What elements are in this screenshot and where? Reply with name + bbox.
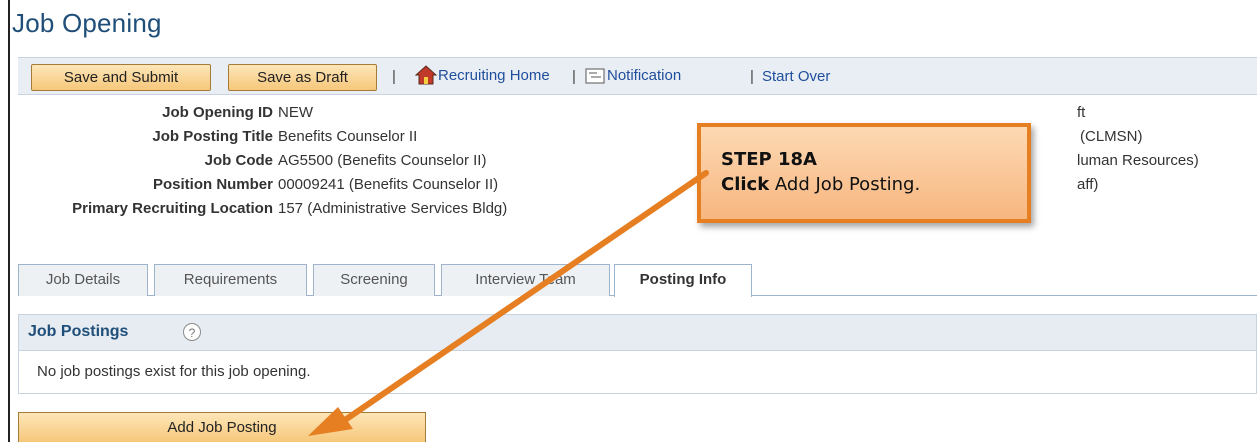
tab-screening[interactable]: Screening: [313, 264, 435, 296]
tab-posting-info[interactable]: Posting Info: [614, 264, 752, 297]
field-label: Job Code: [204, 152, 273, 169]
position-number-label: Position Number: [153, 176, 273, 193]
add-job-posting-button[interactable]: Add Job Posting: [18, 412, 426, 442]
right-field-fragment: aff): [1077, 176, 1099, 193]
tab-requirements[interactable]: Requirements: [154, 264, 307, 296]
callout-instruction-text: Add Job Posting.: [769, 174, 921, 195]
job-opening-id-label: Job Opening ID: [162, 104, 273, 121]
callout-instruction: Click Add Job Posting.: [721, 174, 920, 195]
callout-action: Click: [721, 174, 770, 195]
position-number-value: 00009241 (Benefits Counselor II): [278, 176, 499, 193]
job-posting-title-label: Job Posting Title: [152, 128, 273, 145]
right-field-fragment: luman Resources): [1077, 152, 1199, 169]
toolbar-separator: |: [572, 68, 576, 85]
job-code-value: AG5500 (Benefits Counselor II): [278, 152, 487, 169]
callout-step-label: STEP 18A: [721, 149, 817, 170]
job-postings-title: Job Postings: [28, 323, 129, 340]
instruction-callout: STEP 18A Click Add Job Posting.: [697, 123, 1031, 223]
notification-icon[interactable]: [585, 68, 605, 84]
field-label: Job Opening ID: [162, 104, 273, 121]
right-field-fragment: ft: [1077, 104, 1086, 121]
tab-bar: Job Details Requirements Screening Inter…: [18, 257, 1257, 297]
job-code-label: Job Code: [205, 152, 273, 169]
toolbar-separator: |: [392, 68, 396, 85]
toolbar: Save and Submit Save as Draft | Recruiti…: [18, 57, 1257, 95]
save-as-draft-button[interactable]: Save as Draft: [228, 64, 377, 91]
tab-job-details[interactable]: Job Details: [18, 264, 148, 296]
right-field-fragment: (CLMSN): [1080, 128, 1143, 145]
notification-link[interactable]: Notification: [607, 67, 681, 84]
recruiting-home-link[interactable]: Recruiting Home: [438, 67, 550, 84]
house-icon[interactable]: [415, 64, 437, 86]
start-over-link[interactable]: Start Over: [762, 68, 830, 85]
field-label: Primary Recruiting Location: [72, 200, 273, 217]
job-postings-section: Job Postings ? No job postings exist for…: [18, 314, 1257, 394]
field-label: Job Posting Title: [152, 128, 273, 145]
save-and-submit-button[interactable]: Save and Submit: [31, 64, 211, 91]
tab-interview-team[interactable]: Interview Team: [441, 264, 610, 296]
help-icon[interactable]: ?: [183, 323, 201, 341]
empty-postings-message: No job postings exist for this job openi…: [37, 363, 311, 380]
primary-recruiting-location-label: Primary Recruiting Location: [72, 200, 273, 217]
field-label: Position Number: [152, 176, 273, 193]
page-title: Job Opening: [12, 8, 162, 38]
section-header: Job Postings ?: [19, 315, 1256, 351]
primary-recruiting-location-value: 157 (Administrative Services Bldg): [278, 200, 508, 217]
job-posting-title-value: Benefits Counselor II: [278, 128, 418, 145]
toolbar-separator: |: [750, 68, 754, 85]
job-opening-id-value: NEW: [278, 104, 313, 121]
